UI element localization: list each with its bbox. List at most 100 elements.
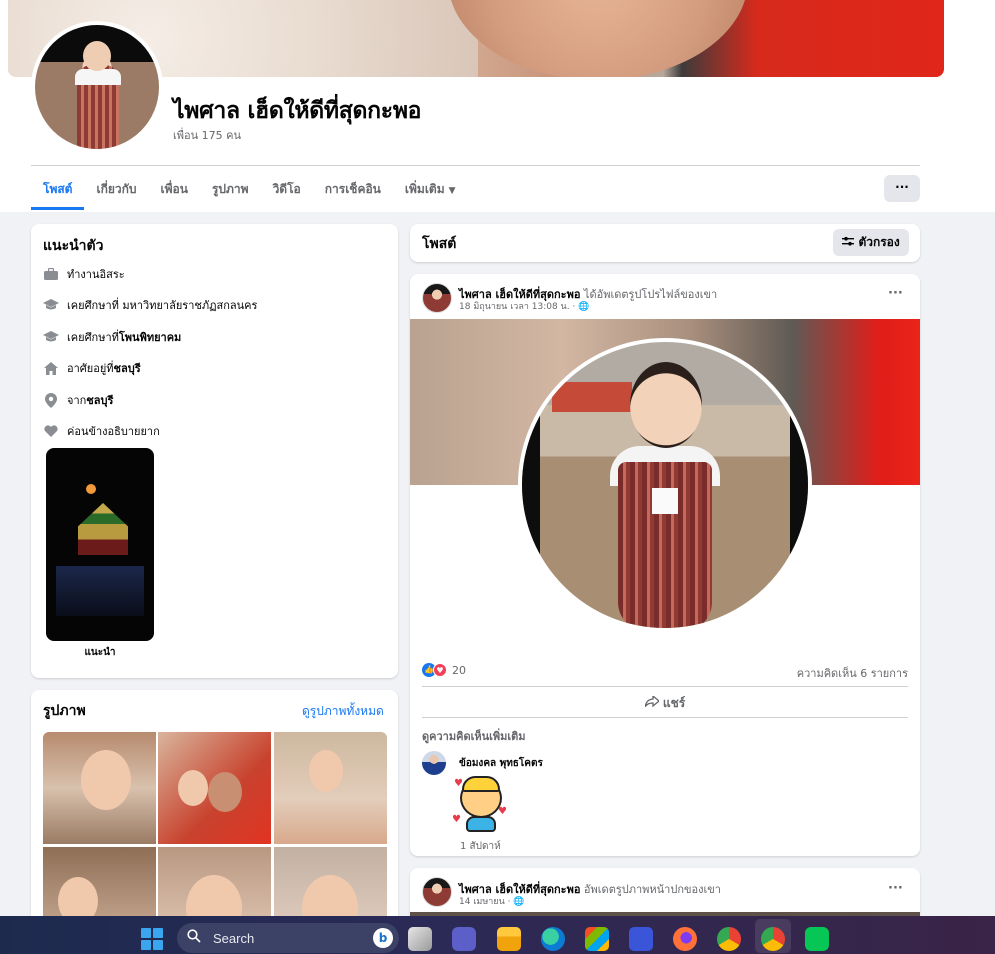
post-timestamp-text: 14 เมษายน · (459, 897, 514, 907)
post-action-text: อัพเดตรูปภาพหน้าปกของเขา (580, 883, 721, 896)
photo-edge-left (522, 342, 540, 628)
photo-thumb[interactable] (43, 732, 156, 844)
intro-education-2-school[interactable]: โพนพิทยาคม (119, 328, 181, 346)
heart-icon (43, 424, 59, 438)
post-author-avatar[interactable] (422, 283, 452, 313)
post-divider (422, 686, 908, 687)
heart-icon: ♥ (452, 814, 461, 825)
photos-title: รูปภาพ (43, 703, 86, 719)
profile-name: ไพศาล เฮ็ดให้ดีที่สุดกะพอ (173, 98, 422, 124)
photo-thumb[interactable] (274, 732, 387, 844)
home-icon (43, 361, 59, 375)
tab-posts[interactable]: โพสต์ (31, 172, 85, 210)
tab-videos[interactable]: วิดีโอ (261, 172, 313, 210)
comment-timestamp[interactable]: 1 สัปดาห์ (460, 839, 501, 854)
intro-education-2-text: เคยศึกษาที่ (67, 331, 119, 344)
post-image[interactable] (410, 319, 920, 654)
profile-tabs: โพสต์ เกี่ยวกับ เพื่อน รูปภาพ วิดีโอ การ… (31, 172, 468, 212)
post-author-avatar[interactable] (422, 877, 452, 907)
firefox-icon[interactable] (673, 927, 697, 951)
intro-lives-in-text: อาศัยอยู่ที่ (67, 362, 114, 375)
filter-label: ตัวกรอง (858, 235, 900, 249)
task-view-icon[interactable] (408, 927, 432, 951)
taskbar-search[interactable]: Search b (177, 923, 399, 953)
store-icon[interactable] (585, 927, 609, 951)
tab-posts-label: โพสต์ (43, 182, 73, 196)
intro-item-work: ทำงานอิสระ (43, 265, 125, 283)
intro-item-from: จาก ชลบุรี (43, 391, 113, 409)
filter-sliders-icon (842, 235, 858, 249)
heart-icon: ♥ (454, 778, 463, 789)
tab-photos[interactable]: รูปภาพ (200, 172, 261, 210)
edge-icon[interactable] (541, 927, 565, 951)
posts-title: โพสต์ (422, 236, 457, 252)
photo-badge (652, 488, 678, 514)
tab-friends[interactable]: เพื่อน (149, 172, 200, 210)
file-explorer-icon[interactable] (497, 927, 521, 951)
share-button[interactable]: แชร์ (610, 694, 720, 713)
chrome-icon[interactable] (717, 927, 741, 951)
post-timestamp[interactable]: 14 เมษายน · 🌐 (459, 894, 525, 908)
bing-icon[interactable]: b (373, 928, 393, 948)
profile-avatar[interactable] (35, 25, 159, 149)
commenter-avatar[interactable] (422, 751, 446, 775)
post-divider (422, 717, 908, 718)
view-more-comments-link[interactable]: ดูความคิดเห็นเพิ่มเติม (422, 727, 526, 745)
tab-about[interactable]: เกี่ยวกับ (84, 172, 148, 210)
search-icon (187, 929, 205, 947)
photo-edge-right (790, 342, 808, 628)
globe-icon: 🌐 (578, 302, 590, 312)
post-options-icon[interactable]: ··· (888, 286, 903, 301)
heart-icon: ♥ (498, 806, 507, 817)
friends-count[interactable]: เพื่อน 175 คน (173, 126, 241, 144)
avatar-head (83, 41, 111, 71)
see-all-photos-link[interactable]: ดูรูปภาพทั้งหมด (302, 702, 384, 721)
featured-reflection (56, 566, 144, 616)
commenter-name[interactable]: ข้อมงคล พุทธโคตร (459, 756, 543, 771)
briefcase-icon (43, 267, 59, 281)
tab-about-label: เกี่ยวกับ (96, 182, 137, 196)
post-timestamp[interactable]: 18 มิถุนายน เวลา 13:08 น. · 🌐 (459, 299, 589, 313)
tab-photos-label: รูปภาพ (211, 182, 249, 196)
app-icon[interactable] (629, 927, 653, 951)
meet-icon[interactable] (452, 927, 476, 951)
intro-lives-in-place[interactable]: ชลบุรี (114, 359, 141, 377)
photo-thumb[interactable] (158, 732, 271, 844)
photo-roof (552, 382, 632, 412)
tab-friends-label: เพื่อน (160, 182, 188, 196)
sticker-body (466, 816, 496, 832)
comment-count[interactable]: ความคิดเห็น 6 รายการ (760, 664, 908, 682)
chrome-profile-icon[interactable] (761, 927, 785, 951)
filter-button[interactable]: ตัวกรอง (833, 229, 909, 256)
caret-down-icon: ▼ (448, 186, 456, 196)
tab-checkins[interactable]: การเช็คอิน (313, 172, 393, 210)
share-label: แชร์ (662, 696, 686, 710)
photo-head (630, 362, 702, 448)
featured-story[interactable] (46, 448, 154, 641)
line-icon[interactable] (805, 927, 829, 951)
intro-item-education-2: เคยศึกษาที่ โพนพิทยาคม (43, 328, 181, 346)
more-options-button[interactable]: ··· (884, 175, 920, 202)
intro-relationship-text: ค่อนข้างอธิบายยาก (67, 425, 160, 438)
featured-temple (78, 503, 128, 555)
windows-start-icon[interactable] (141, 928, 163, 950)
globe-icon: 🌐 (513, 897, 525, 907)
tab-more[interactable]: เพิ่มเติม ▼ (393, 172, 468, 210)
graduation-cap-icon (43, 298, 59, 312)
tab-checkins-label: การเช็คอิน (324, 182, 381, 196)
post-profile-picture (518, 338, 812, 632)
featured-label: แนะนำ (84, 647, 116, 658)
intro-item-education-1: เคยศึกษาที่ มหาวิทยาลัยราชภัฏสกลนคร (43, 296, 257, 314)
intro-title: แนะนำตัว (43, 238, 104, 254)
reaction-count: 20 (452, 663, 466, 677)
cover-photo-face (448, 0, 748, 77)
location-pin-icon (43, 392, 59, 408)
graduation-cap-icon (43, 330, 59, 344)
intro-work-text: ทำงานอิสระ (67, 268, 125, 281)
intro-education-1-text: เคยศึกษาที่ มหาวิทยาลัยราชภัฏสกลนคร (67, 299, 258, 312)
featured-moon (86, 484, 96, 494)
intro-from-place[interactable]: ชลบุรี (86, 391, 113, 409)
share-arrow-icon (644, 694, 663, 710)
reactions-summary[interactable]: 👍 ♥ 20 (422, 663, 466, 677)
post-options-icon[interactable]: ··· (888, 881, 903, 896)
